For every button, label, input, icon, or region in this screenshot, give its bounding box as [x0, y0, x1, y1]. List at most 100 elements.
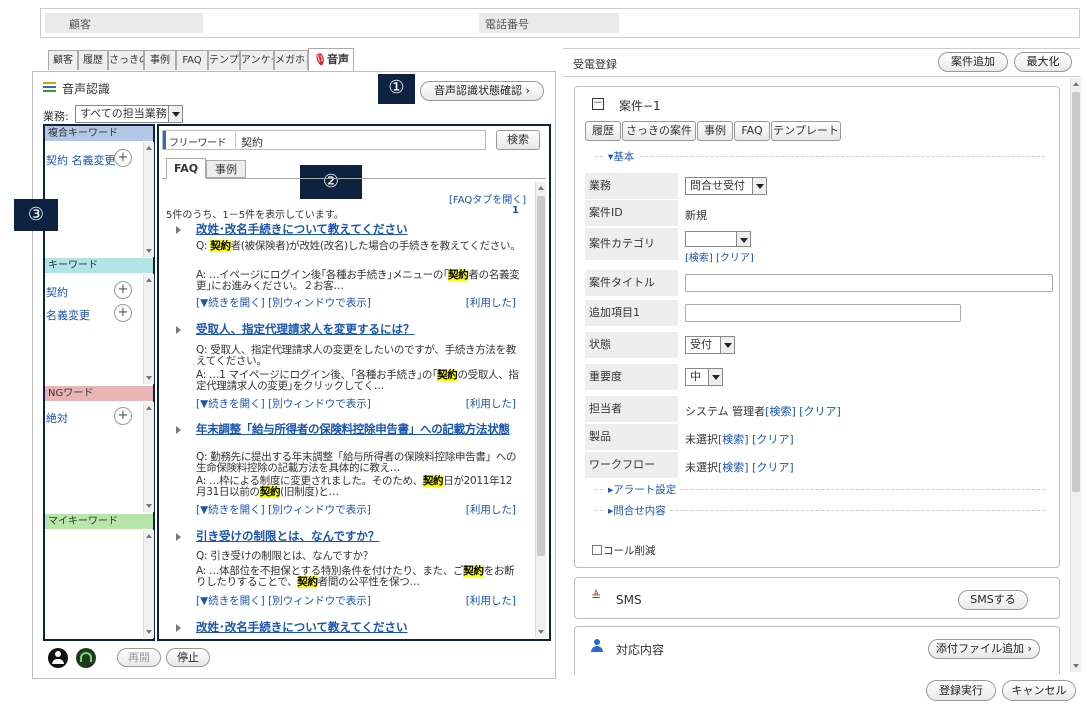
- scrollbar[interactable]: [143, 530, 154, 638]
- headset-icon[interactable]: [76, 648, 96, 668]
- status-select[interactable]: 受付: [685, 336, 735, 354]
- assignee-value: システム 管理者[検索] [クリア]: [685, 405, 841, 418]
- register-button[interactable]: 登録実行: [926, 680, 996, 701]
- free-word-label: フリーワード: [169, 138, 227, 149]
- tab-history[interactable]: 履歴: [78, 50, 108, 70]
- tab-voice[interactable]: 🎙音声: [308, 48, 354, 71]
- sms-title: SMS: [616, 593, 642, 607]
- add-keyword-button[interactable]: +: [114, 304, 132, 322]
- case-title-input[interactable]: [685, 274, 1053, 292]
- stop-button[interactable]: 停止: [166, 648, 210, 667]
- faq-question-text: Q: 受取人、指定代理請求人の変更をしたいのですが、手続き方法を教えてください。: [196, 344, 517, 367]
- tab-template[interactable]: テンプレート: [208, 50, 240, 70]
- user-icon[interactable]: [48, 648, 68, 668]
- workflow-value: 未選択[検索] [クリア]: [685, 461, 794, 474]
- open-faq-tab-link[interactable]: [FAQタブを開く]: [449, 191, 526, 206]
- maximize-button[interactable]: 最大化: [1014, 52, 1072, 72]
- header-bar: 顧客 電話番号: [40, 8, 1080, 38]
- business-field-select[interactable]: 問合せ受付: [685, 177, 767, 195]
- field-label: 案件ID: [585, 200, 678, 226]
- voice-title: 音声認識: [62, 82, 111, 96]
- field-label: 重要度: [585, 364, 678, 390]
- tab-customer[interactable]: 顧客: [48, 50, 78, 70]
- case-tab-recent[interactable]: さっきの案件: [622, 121, 696, 141]
- subtab-faq[interactable]: FAQ: [166, 158, 206, 179]
- free-word-input[interactable]: 契約: [241, 134, 481, 150]
- faq-question-text: Q: 契約者(被保険者)が改姓(改名)した場合の手続きを教えてください。: [196, 240, 521, 252]
- faq-answer-text: A: …イページにログイン後｢各種お手続き｣メニューの｢契約者の名義変更｣にお進…: [196, 269, 520, 292]
- case-name: 案件−1: [619, 99, 661, 113]
- tab-recent-case[interactable]: さっきの案件: [108, 50, 144, 70]
- keyword-item[interactable]: 契約: [46, 284, 68, 300]
- field-label: 業務: [585, 173, 678, 199]
- field-label: 案件カテゴリ: [585, 228, 678, 260]
- my-keyword-header: マイキーワード: [45, 514, 153, 529]
- add-keyword-button[interactable]: +: [114, 149, 132, 167]
- basic-section-toggle[interactable]: ▾基本: [604, 149, 639, 164]
- customer-label: 顧客: [69, 18, 91, 31]
- tab-survey[interactable]: アンケート: [240, 50, 274, 70]
- resume-button[interactable]: 再開: [117, 648, 161, 667]
- free-word-field: フリーワード 契約: [162, 130, 486, 150]
- result-count: 5件のうち、1－5件を表示しています。: [166, 210, 344, 221]
- add-keyword-button[interactable]: +: [114, 281, 132, 299]
- sms-button[interactable]: SMSする: [958, 590, 1028, 610]
- field-label: 状態: [585, 332, 678, 358]
- compound-keyword-header: 複合キーワード: [45, 126, 153, 141]
- faq-scrollbar[interactable]: [535, 182, 546, 638]
- ng-word-header: NGワード: [45, 386, 153, 401]
- person-add-icon: [590, 639, 606, 653]
- reception-title: 受電登録: [573, 58, 617, 71]
- tab-faq[interactable]: FAQ: [176, 50, 208, 70]
- faq-question-link[interactable]: 年末調整「給与所得者の保険料控除申告書」への記載方法状態: [176, 423, 516, 436]
- priority-select[interactable]: 中: [685, 368, 723, 386]
- add-case-button[interactable]: 案件追加: [938, 52, 1008, 72]
- scrollbar[interactable]: [143, 142, 154, 257]
- faq-question-text: Q: 引き受けの制限とは、なんですか？: [196, 550, 373, 562]
- faq-question-link[interactable]: 引き受けの制限とは、なんですか？: [175, 530, 379, 543]
- cancel-button[interactable]: キャンセル: [1002, 680, 1076, 701]
- reception-scrollbar[interactable]: [1070, 78, 1081, 672]
- faq-question-link[interactable]: 改姓･改名手続きについて教えてください: [175, 223, 407, 236]
- search-button[interactable]: 検索: [496, 130, 540, 150]
- keyword-header: キーワード: [45, 258, 153, 273]
- case-tab-history[interactable]: 履歴: [585, 121, 621, 141]
- business-select[interactable]: すべての担当業務: [75, 105, 183, 123]
- tab-megaphone[interactable]: メガホン: [274, 50, 308, 70]
- case-tab-case[interactable]: 事例: [697, 121, 733, 141]
- category-links[interactable]: [検索] [クリア]: [685, 249, 754, 264]
- response-title: 対応内容: [616, 643, 665, 657]
- category-select[interactable]: [685, 231, 751, 247]
- alert-section-toggle[interactable]: ▸アラート設定: [604, 482, 681, 497]
- scrollbar[interactable]: [143, 402, 154, 512]
- scrollbar[interactable]: [143, 274, 154, 384]
- subtab-case[interactable]: 事例: [206, 160, 246, 178]
- keyword-item[interactable]: 契約 名義変更: [46, 152, 116, 168]
- faq-question-text: Q: 勤務先に提出する年末調整「給与所得者の保険料控除申告書」への生命保険料控除…: [196, 451, 517, 474]
- field-label: 追加項目1: [585, 300, 678, 326]
- case-tab-faq[interactable]: FAQ: [734, 121, 770, 141]
- collapse-icon[interactable]: －: [592, 98, 604, 110]
- faq-item-footer: [▼続きを開く] [別ウィンドウで表示] [利用した]: [196, 595, 516, 607]
- keyword-item[interactable]: 名義変更: [46, 307, 90, 323]
- field-label: ワークフロー: [585, 452, 678, 478]
- call-cut-checkbox[interactable]: [592, 545, 602, 555]
- faq-item-footer: [▼続きを開く] [別ウィンドウで表示] [利用した]: [196, 297, 516, 309]
- inquiry-section-toggle[interactable]: ▸問合せ内容: [604, 503, 670, 518]
- business-label: 業務:: [43, 110, 69, 123]
- keyword-item[interactable]: 絶対: [46, 410, 68, 426]
- product-value: 未選択[検索] [クリア]: [685, 433, 794, 446]
- faq-question-link[interactable]: 受取人、指定代理請求人を変更するには？: [176, 323, 415, 336]
- case-id-value: 新規: [685, 209, 707, 222]
- tab-case[interactable]: 事例: [144, 50, 176, 70]
- add-keyword-button[interactable]: +: [114, 407, 132, 425]
- faq-answer-text: A: …体部位を不担保とする特別条件を付けたり、また、ご契約をお断りしたりするこ…: [196, 565, 515, 588]
- attach-file-button[interactable]: 添付ファイル追加 ›: [928, 639, 1040, 659]
- faq-item-footer: [▼続きを開く] [別ウィンドウで表示] [利用した]: [196, 398, 516, 410]
- case-tab-template[interactable]: テンプレート: [771, 121, 841, 141]
- voice-status-button[interactable]: 音声認識状態確認 ›: [420, 81, 544, 101]
- faq-question-link[interactable]: 改姓･改名手続きについて教えてください: [175, 621, 407, 634]
- page-number[interactable]: 1: [512, 205, 519, 216]
- faq-answer-text: A: …1 マイページにログイン後、｢各種お手続き｣の｢契約の受取人、指定代理請…: [196, 369, 519, 392]
- extra-item-input[interactable]: [685, 304, 961, 322]
